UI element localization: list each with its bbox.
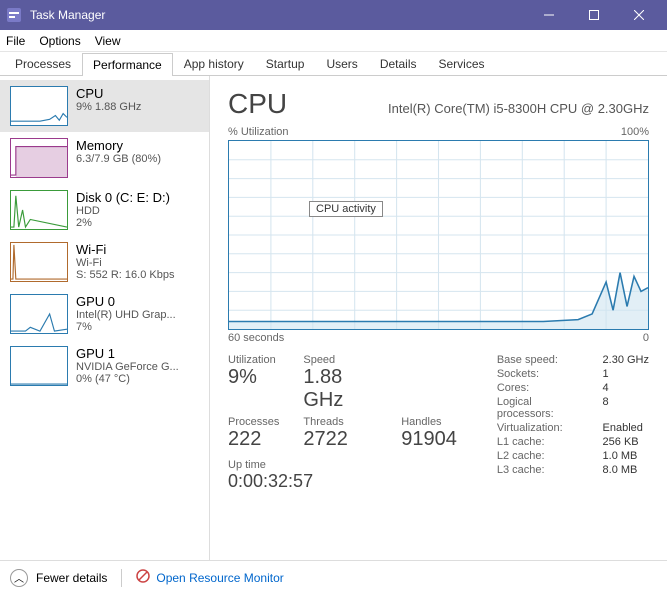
l2-label: L2 cache: [497, 450, 585, 462]
base-speed-value: 2.30 GHz [603, 354, 649, 366]
tab-details[interactable]: Details [369, 52, 428, 75]
l3-label: L3 cache: [497, 464, 585, 476]
tab-apphistory[interactable]: App history [173, 52, 255, 75]
utilization-label: Utilization [228, 354, 279, 366]
sidebar-gpu0-sub2: 7% [76, 321, 199, 333]
sidebar-item-wifi[interactable]: Wi-Fi Wi-Fi S: 552 R: 16.0 Kbps [0, 236, 209, 288]
resmon-label: Open Resource Monitor [156, 571, 283, 585]
processes-label: Processes [228, 416, 279, 428]
sidebar-disk-sub2: 2% [76, 217, 199, 229]
sidebar-item-disk[interactable]: Disk 0 (C: E: D:) HDD 2% [0, 184, 209, 236]
uptime-label: Up time [228, 459, 457, 471]
sockets-label: Sockets: [497, 368, 585, 380]
chart-label-br: 0 [643, 332, 649, 344]
sidebar-gpu1-sub2: 0% (47 °C) [76, 373, 199, 385]
menu-file[interactable]: File [6, 34, 25, 48]
footer: ︿ Fewer details Open Resource Monitor [0, 560, 667, 594]
menu-view[interactable]: View [95, 34, 121, 48]
tab-users[interactable]: Users [315, 52, 368, 75]
sidebar-disk-title: Disk 0 (C: E: D:) [76, 190, 199, 205]
close-button[interactable] [616, 0, 661, 30]
chevron-up-icon[interactable]: ︿ [10, 569, 28, 587]
virt-value: Enabled [603, 422, 649, 434]
open-resource-monitor-link[interactable]: Open Resource Monitor [136, 569, 283, 586]
tabbar: Processes Performance App history Startu… [0, 52, 667, 76]
speed-label: Speed [303, 354, 377, 366]
base-speed-label: Base speed: [497, 354, 585, 366]
wifi-thumb-icon [10, 242, 68, 282]
sidebar-gpu0-sub: Intel(R) UHD Grap... [76, 309, 199, 321]
tab-processes[interactable]: Processes [4, 52, 82, 75]
cores-label: Cores: [497, 382, 585, 394]
utilization-value: 9% [228, 366, 279, 389]
handles-value: 91904 [401, 428, 457, 451]
threads-label: Threads [303, 416, 377, 428]
l1-value: 256 KB [603, 436, 649, 448]
sockets-value: 1 [603, 368, 649, 380]
chart-label-bl: 60 seconds [228, 332, 284, 344]
uptime-value: 0:00:32:57 [228, 471, 457, 492]
logical-value: 8 [603, 396, 649, 420]
sidebar-wifi-sub: Wi-Fi [76, 257, 199, 269]
gpu1-thumb-icon [10, 346, 68, 386]
sidebar-wifi-title: Wi-Fi [76, 242, 199, 257]
sidebar-disk-sub: HDD [76, 205, 199, 217]
sidebar-gpu1-sub: NVIDIA GeForce G... [76, 361, 199, 373]
threads-value: 2722 [303, 428, 377, 451]
titlebar: Task Manager [0, 0, 667, 30]
minimize-button[interactable] [526, 0, 571, 30]
cpu-chart[interactable]: CPU activity [228, 140, 649, 330]
menubar: File Options View [0, 30, 667, 52]
detail-subtitle: Intel(R) Core(TM) i5-8300H CPU @ 2.30GHz [388, 101, 649, 116]
content: CPU 9% 1.88 GHz Memory 6.3/7.9 GB (80%) … [0, 76, 667, 560]
tab-services[interactable]: Services [428, 52, 496, 75]
l2-value: 1.0 MB [603, 450, 649, 462]
menu-options[interactable]: Options [39, 34, 80, 48]
cpu-thumb-icon [10, 86, 68, 126]
detail-title: CPU [228, 88, 287, 120]
cores-value: 4 [603, 382, 649, 394]
sidebar-item-memory[interactable]: Memory 6.3/7.9 GB (80%) [0, 132, 209, 184]
sidebar-cpu-title: CPU [76, 86, 199, 101]
sidebar-gpu0-title: GPU 0 [76, 294, 199, 309]
virt-label: Virtualization: [497, 422, 585, 434]
sidebar-cpu-sub: 9% 1.88 GHz [76, 101, 199, 113]
logical-label: Logical processors: [497, 396, 585, 420]
window-title: Task Manager [30, 8, 526, 22]
resmon-icon [136, 569, 150, 586]
sidebar-gpu1-title: GPU 1 [76, 346, 199, 361]
chart-tooltip: CPU activity [309, 201, 383, 217]
sidebar-memory-sub: 6.3/7.9 GB (80%) [76, 153, 199, 165]
sidebar-item-gpu1[interactable]: GPU 1 NVIDIA GeForce G... 0% (47 °C) [0, 340, 209, 392]
l3-value: 8.0 MB [603, 464, 649, 476]
tab-performance[interactable]: Performance [82, 53, 173, 76]
gpu0-thumb-icon [10, 294, 68, 334]
app-icon [6, 7, 22, 23]
detail-panel: CPU Intel(R) Core(TM) i5-8300H CPU @ 2.3… [210, 76, 667, 560]
disk-thumb-icon [10, 190, 68, 230]
chart-label-tr: 100% [621, 126, 649, 138]
separator [121, 569, 122, 587]
sidebar-wifi-sub2: S: 552 R: 16.0 Kbps [76, 269, 199, 281]
stats: Utilization9% Speed1.88 GHz Processes222… [228, 354, 649, 492]
sidebar-item-cpu[interactable]: CPU 9% 1.88 GHz [0, 80, 209, 132]
maximize-button[interactable] [571, 0, 616, 30]
chart-label-tl: % Utilization [228, 126, 289, 138]
fewer-details-link[interactable]: Fewer details [36, 571, 107, 585]
memory-thumb-icon [10, 138, 68, 178]
sidebar-memory-title: Memory [76, 138, 199, 153]
l1-label: L1 cache: [497, 436, 585, 448]
sidebar-item-gpu0[interactable]: GPU 0 Intel(R) UHD Grap... 7% [0, 288, 209, 340]
tab-startup[interactable]: Startup [255, 52, 316, 75]
handles-label: Handles [401, 416, 457, 428]
processes-value: 222 [228, 428, 279, 451]
speed-value: 1.88 GHz [303, 366, 377, 412]
sidebar: CPU 9% 1.88 GHz Memory 6.3/7.9 GB (80%) … [0, 76, 210, 560]
